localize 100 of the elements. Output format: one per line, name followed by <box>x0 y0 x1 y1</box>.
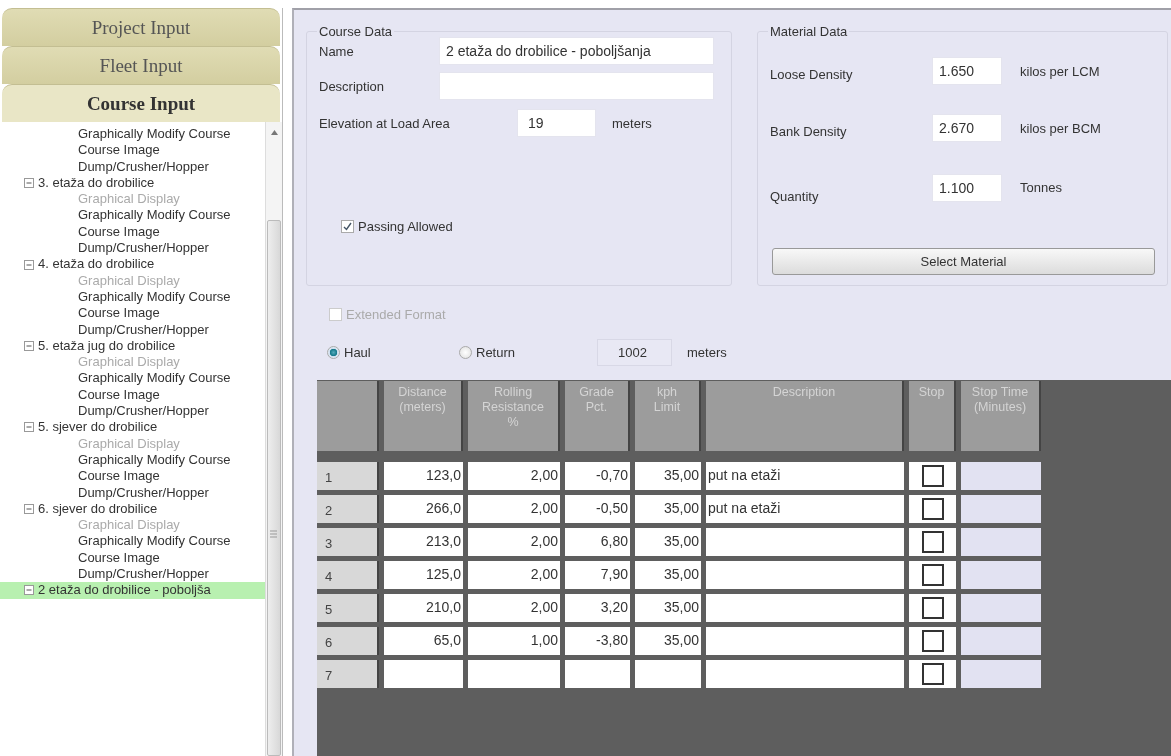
tree-item[interactable]: Graphically Modify Course <box>78 533 234 550</box>
table-cell[interactable] <box>706 528 904 556</box>
table-cell[interactable] <box>961 528 1041 556</box>
tree-item[interactable]: Dump/Crusher/Hopper <box>78 240 212 257</box>
table-cell[interactable] <box>706 561 904 589</box>
tree-item[interactable]: Course Image <box>78 386 163 404</box>
radio-label[interactable]: Return <box>476 345 516 360</box>
table-cell[interactable]: 3,20 <box>565 594 630 622</box>
table-cell[interactable] <box>706 660 904 688</box>
table-cell[interactable]: 210,0 <box>384 594 463 622</box>
table-cell[interactable] <box>565 660 630 688</box>
row-header[interactable]: 5 <box>317 594 379 622</box>
radio-label[interactable]: Haul <box>344 345 371 360</box>
table-cell[interactable]: 2,00 <box>468 495 560 523</box>
table-cell[interactable]: 35,00 <box>635 462 701 490</box>
accordion-tab[interactable]: Course Input <box>2 84 280 122</box>
table-cell[interactable]: 2,00 <box>468 462 560 490</box>
table-cell[interactable] <box>384 660 463 688</box>
table-cell[interactable] <box>635 660 701 688</box>
table-cell[interactable]: 2,00 <box>468 528 560 556</box>
tree-item[interactable]: Graphically Modify Course <box>78 370 234 387</box>
table-cell[interactable]: 123,0 <box>384 462 463 490</box>
table-cell[interactable]: 6,80 <box>565 528 630 556</box>
checkbox[interactable]: Passing Allowed <box>341 219 719 234</box>
table-cell[interactable] <box>468 660 560 688</box>
tree-item[interactable]: Graphically Modify Course <box>78 451 234 469</box>
table-cell[interactable] <box>961 627 1041 655</box>
tree-item[interactable]: Course Image <box>78 223 163 241</box>
tree-item[interactable]: 5. etaža jug do drobilice <box>0 337 265 355</box>
stop-checkbox[interactable] <box>921 564 944 586</box>
radio-button[interactable] <box>327 346 340 359</box>
input-field[interactable]: 1.650 <box>932 57 1002 85</box>
input-field[interactable]: 19 <box>517 109 596 137</box>
collapse-icon[interactable] <box>24 178 34 189</box>
input-field[interactable] <box>439 72 714 100</box>
select-material-button[interactable]: Select Material <box>772 248 1155 275</box>
table-cell[interactable]: put na etaži <box>706 495 904 523</box>
input-field[interactable]: 2 etaža do drobilice - poboljšanja <box>439 37 714 65</box>
stop-checkbox[interactable] <box>921 663 944 685</box>
tree-item[interactable]: Graphically Modify Course <box>78 288 234 306</box>
table-cell[interactable]: 35,00 <box>635 594 701 622</box>
table-cell[interactable]: 65,0 <box>384 627 463 655</box>
tree-item[interactable]: Graphically Modify Course <box>78 207 234 224</box>
table-cell[interactable]: 266,0 <box>384 495 463 523</box>
tree-item[interactable]: 3. etaža do drobilice <box>0 174 265 192</box>
table-cell[interactable] <box>706 594 904 622</box>
table-cell[interactable] <box>706 627 904 655</box>
table-cell[interactable] <box>961 495 1041 523</box>
stop-checkbox[interactable] <box>921 630 944 652</box>
radio-button[interactable] <box>459 346 472 359</box>
stop-checkbox[interactable] <box>921 597 944 619</box>
table-cell[interactable]: -3,80 <box>565 627 630 655</box>
table-cell[interactable]: 35,00 <box>635 495 701 523</box>
tree-item[interactable]: Dump/Crusher/Hopper <box>78 158 212 175</box>
collapse-icon[interactable] <box>24 585 34 596</box>
tree-item[interactable]: Graphically Modify Course <box>78 126 234 143</box>
table-cell[interactable]: 7,90 <box>565 561 630 589</box>
table-cell[interactable]: 2,00 <box>468 594 560 622</box>
table-cell[interactable]: 1,00 <box>468 627 560 655</box>
tree-item[interactable]: Dump/Crusher/Hopper <box>78 321 212 338</box>
table-cell[interactable]: 35,00 <box>635 528 701 556</box>
table-cell[interactable]: -0,70 <box>565 462 630 490</box>
stop-checkbox[interactable] <box>921 531 944 553</box>
row-header[interactable]: 4 <box>317 561 379 589</box>
table-cell[interactable] <box>961 594 1041 622</box>
collapse-icon[interactable] <box>24 503 34 514</box>
tree-item[interactable]: Course Image <box>78 549 163 566</box>
table-cell[interactable] <box>961 660 1041 688</box>
table-cell[interactable]: -0,50 <box>565 495 630 523</box>
row-header[interactable]: 3 <box>317 528 379 556</box>
table-cell[interactable]: 2,00 <box>468 561 560 589</box>
tree-item[interactable]: Dump/Crusher/Hopper <box>78 484 212 501</box>
tree-item[interactable]: Dump/Crusher/Hopper <box>78 403 212 420</box>
tree-item[interactable]: Course Image <box>78 468 163 485</box>
table-cell[interactable]: 125,0 <box>384 561 463 589</box>
input-field[interactable]: 2.670 <box>932 114 1002 142</box>
row-header[interactable]: 6 <box>317 627 379 655</box>
stop-checkbox[interactable] <box>921 465 944 487</box>
accordion-tab[interactable]: Fleet Input <box>2 46 280 84</box>
collapse-icon[interactable] <box>24 341 34 351</box>
tree-item[interactable]: Course Image <box>78 305 163 322</box>
input-field[interactable]: 1.100 <box>932 173 1002 202</box>
table-cell[interactable] <box>961 462 1041 490</box>
accordion-tab[interactable]: Project Input <box>2 8 280 46</box>
table-cell[interactable] <box>961 561 1041 589</box>
tree-item[interactable]: 2 etaža do drobilice - poboljša <box>0 582 265 599</box>
collapse-icon[interactable] <box>24 259 34 270</box>
row-header[interactable]: 7 <box>317 660 379 688</box>
row-header[interactable]: 2 <box>317 495 379 523</box>
table-cell[interactable]: 35,00 <box>635 561 701 589</box>
table-cell[interactable]: 35,00 <box>635 627 701 655</box>
collapse-icon[interactable] <box>24 422 34 433</box>
stop-checkbox[interactable] <box>921 498 944 520</box>
row-header[interactable]: 1 <box>317 462 379 490</box>
distance-total-field[interactable]: 1002 <box>597 339 672 366</box>
tree-item[interactable]: 4. etaža do drobilice <box>0 256 265 273</box>
tree-item[interactable]: Course Image <box>78 142 163 159</box>
table-cell[interactable]: 213,0 <box>384 528 463 556</box>
tree-item[interactable]: 5. sjever do drobilice <box>0 419 265 436</box>
scroll-up-icon[interactable] <box>270 130 278 135</box>
